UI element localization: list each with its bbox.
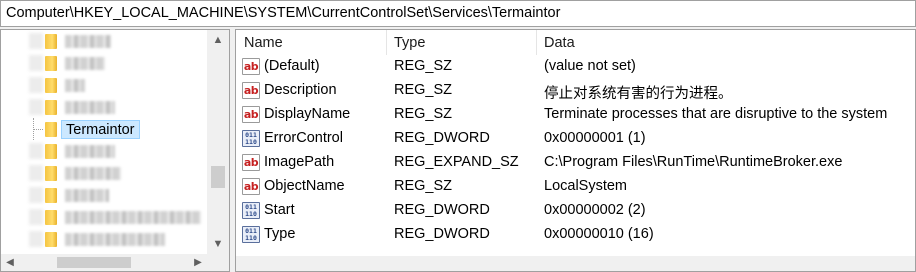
value-data: 0x00000002 (2) bbox=[544, 202, 646, 218]
value-name: Description bbox=[264, 82, 337, 98]
selected-key-label: Termaintor bbox=[61, 120, 140, 139]
tree-item-redacted[interactable] bbox=[1, 30, 207, 52]
scrollbar-corner bbox=[207, 254, 229, 271]
column-header-data[interactable]: Data bbox=[536, 30, 915, 55]
folder-icon bbox=[45, 34, 57, 49]
redacted-area bbox=[29, 187, 43, 203]
tree-item-redacted[interactable] bbox=[1, 162, 207, 184]
column-header-name[interactable]: Name bbox=[236, 30, 386, 55]
value-name: ErrorControl bbox=[264, 130, 343, 146]
value-row[interactable]: ab DisplayName REG_SZ Terminate processe… bbox=[236, 103, 915, 127]
registry-values-pane[interactable]: Name Type Data ab (Default) REG_SZ (valu… bbox=[235, 29, 916, 272]
tree-item-redacted[interactable] bbox=[1, 140, 207, 162]
value-type: REG_DWORD bbox=[394, 202, 490, 218]
redacted-area bbox=[29, 143, 43, 159]
folder-icon bbox=[45, 100, 57, 115]
string-value-icon: ab bbox=[242, 58, 260, 75]
redacted-label bbox=[65, 189, 109, 202]
tree-connector bbox=[33, 129, 43, 130]
redacted-area bbox=[29, 209, 43, 225]
tree-horizontal-scrollbar[interactable]: ◀ ▶ bbox=[1, 254, 207, 271]
folder-icon bbox=[45, 166, 57, 181]
value-type: REG_SZ bbox=[394, 106, 453, 122]
scroll-left-icon[interactable]: ◀ bbox=[1, 254, 19, 271]
value-name: ObjectName bbox=[264, 178, 345, 194]
values-horizontal-scrollbar[interactable] bbox=[236, 256, 915, 271]
tree-item-redacted[interactable] bbox=[1, 96, 207, 118]
value-data: (value not set) bbox=[544, 58, 636, 74]
value-type: REG_SZ bbox=[394, 82, 453, 98]
value-name: Type bbox=[264, 226, 296, 242]
value-data: 0x00000001 (1) bbox=[544, 130, 646, 146]
folder-icon bbox=[45, 188, 57, 203]
tree-item-redacted[interactable] bbox=[1, 74, 207, 96]
column-header-row: Name Type Data bbox=[236, 30, 915, 55]
scroll-up-icon[interactable]: ▲ bbox=[207, 30, 229, 50]
tree-vertical-scrollbar[interactable]: ▲ ▼ bbox=[207, 30, 229, 254]
string-value-icon: ab bbox=[242, 178, 260, 195]
scrollbar-thumb[interactable] bbox=[57, 257, 131, 268]
value-type: REG_SZ bbox=[394, 178, 453, 194]
value-row[interactable]: 011 110 Start REG_DWORD 0x00000002 (2) bbox=[236, 199, 915, 223]
folder-icon bbox=[45, 210, 57, 225]
tree-item-selected[interactable]: Termaintor bbox=[1, 118, 207, 140]
folder-icon bbox=[45, 144, 57, 159]
redacted-label bbox=[65, 167, 121, 180]
value-row[interactable]: 011 110 Type REG_DWORD 0x00000010 (16) bbox=[236, 223, 915, 247]
column-header-type[interactable]: Type bbox=[386, 30, 536, 55]
redacted-label bbox=[65, 35, 111, 48]
value-data: 0x00000010 (16) bbox=[544, 226, 654, 242]
value-type: REG_DWORD bbox=[394, 226, 490, 242]
folder-icon bbox=[45, 122, 57, 137]
value-name: ImagePath bbox=[264, 154, 335, 170]
binary-value-icon: 011 110 bbox=[242, 226, 260, 243]
redacted-label bbox=[65, 145, 115, 158]
value-row[interactable]: ab ImagePath REG_EXPAND_SZ C:\Program Fi… bbox=[236, 151, 915, 175]
binary-value-icon: 011 110 bbox=[242, 130, 260, 147]
value-name: Start bbox=[264, 202, 295, 218]
binary-value-icon: 011 110 bbox=[242, 202, 260, 219]
redacted-area bbox=[29, 165, 43, 181]
value-data: 停止对系统有害的行为进程。 bbox=[544, 86, 733, 102]
scrollbar-thumb[interactable] bbox=[211, 166, 225, 188]
redacted-area bbox=[29, 77, 43, 93]
redacted-area bbox=[29, 55, 43, 71]
value-row[interactable]: ab Description REG_SZ 停止对系统有害的行为进程。 bbox=[236, 79, 915, 103]
redacted-label bbox=[65, 79, 85, 92]
folder-icon bbox=[45, 56, 57, 71]
scroll-down-icon[interactable]: ▼ bbox=[207, 234, 229, 254]
address-bar[interactable]: Computer\HKEY_LOCAL_MACHINE\SYSTEM\Curre… bbox=[0, 0, 916, 27]
scroll-right-icon[interactable]: ▶ bbox=[189, 254, 207, 271]
string-value-icon: ab bbox=[242, 154, 260, 171]
redacted-label bbox=[65, 211, 201, 224]
value-name: DisplayName bbox=[264, 106, 351, 122]
redacted-label bbox=[65, 233, 165, 246]
value-type: REG_DWORD bbox=[394, 130, 490, 146]
redacted-area bbox=[29, 231, 43, 247]
tree-item-redacted[interactable] bbox=[1, 206, 207, 228]
value-data: C:\Program Files\RunTime\RuntimeBroker.e… bbox=[544, 154, 843, 170]
redacted-area bbox=[29, 99, 43, 115]
value-name: (Default) bbox=[264, 58, 320, 74]
string-value-icon: ab bbox=[242, 82, 260, 99]
value-row[interactable]: ab (Default) REG_SZ (value not set) bbox=[236, 55, 915, 79]
value-type: REG_EXPAND_SZ bbox=[394, 154, 519, 170]
folder-icon bbox=[45, 78, 57, 93]
redacted-label bbox=[65, 101, 115, 114]
value-row[interactable]: ab ObjectName REG_SZ LocalSystem bbox=[236, 175, 915, 199]
value-data: Terminate processes that are disruptive … bbox=[544, 106, 888, 122]
redacted-area bbox=[29, 33, 43, 49]
tree-item-redacted[interactable] bbox=[1, 228, 207, 250]
value-data: LocalSystem bbox=[544, 178, 628, 194]
tree-item-redacted[interactable] bbox=[1, 184, 207, 206]
tree-item-redacted[interactable] bbox=[1, 52, 207, 74]
redacted-label bbox=[65, 57, 105, 70]
string-value-icon: ab bbox=[242, 106, 260, 123]
value-row[interactable]: 011 110 ErrorControl REG_DWORD 0x0000000… bbox=[236, 127, 915, 151]
folder-icon bbox=[45, 232, 57, 247]
registry-tree-pane[interactable]: Termaintor ▲ ▼ ◀ ▶ bbox=[0, 29, 230, 272]
value-type: REG_SZ bbox=[394, 58, 453, 74]
